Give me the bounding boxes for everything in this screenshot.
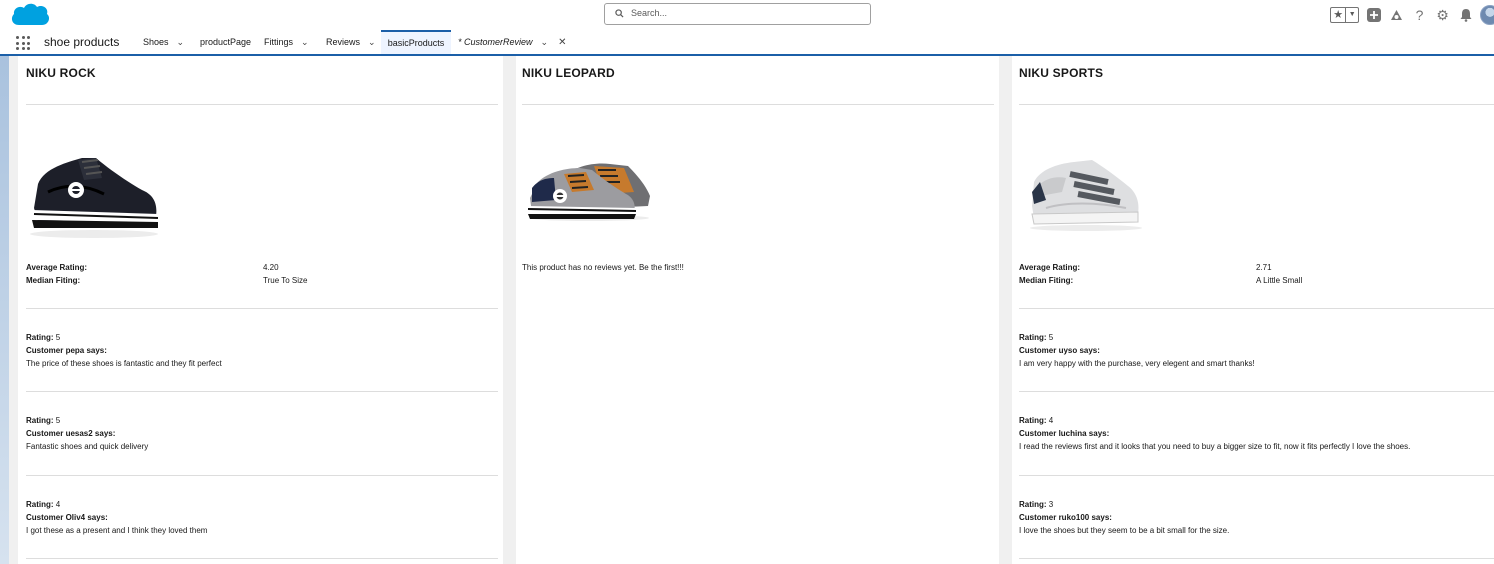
divider xyxy=(1019,308,1494,309)
favorites-button[interactable]: ★ ▼ xyxy=(1330,7,1359,23)
tab-basicproducts[interactable]: basicProducts xyxy=(381,30,451,54)
chevron-down-icon[interactable]: ⌄ xyxy=(368,37,376,48)
divider xyxy=(522,104,994,105)
tab-fittings[interactable]: Fittings ⌄ xyxy=(264,30,309,54)
rating-value: 5 xyxy=(55,416,61,425)
product-image-black-sneaker xyxy=(30,158,159,238)
search-input[interactable]: Search... xyxy=(604,3,871,25)
trailhead-icon[interactable] xyxy=(1388,7,1405,24)
review-rating: Rating: 4 xyxy=(1019,416,1053,425)
global-create-icon[interactable] xyxy=(1365,7,1382,24)
review-customer: Customer uesas2 says: xyxy=(26,429,116,438)
no-reviews-message: This product has no reviews yet. Be the … xyxy=(522,263,684,272)
rating-value: 5 xyxy=(1048,333,1054,342)
review-rating: Rating: 3 xyxy=(1019,500,1053,509)
rating-value: 4 xyxy=(1048,416,1054,425)
review-rating: Rating: 5 xyxy=(26,333,60,342)
tab-reviews[interactable]: Reviews ⌄ xyxy=(326,30,376,54)
review-customer: Customer pepa says: xyxy=(26,346,107,355)
rating-label: Rating: xyxy=(26,416,54,425)
product-image-silver-velcro-sneaker xyxy=(1030,160,1142,231)
header-actions: ★ ▼ ? ⚙ xyxy=(1330,5,1494,25)
tab-label: productPage xyxy=(200,37,252,47)
review-customer: Customer uyso says: xyxy=(1019,346,1100,355)
review-rating: Rating: 4 xyxy=(26,500,60,509)
divider xyxy=(1019,391,1494,392)
rating-value: 3 xyxy=(1048,500,1054,509)
median-fitting-value: True To Size xyxy=(263,276,308,285)
product-name: NIKU LEOPARD xyxy=(522,66,615,80)
rating-label: Rating: xyxy=(1019,333,1047,342)
median-fitting-label: Median Fiting: xyxy=(1019,276,1074,285)
avatar[interactable] xyxy=(1480,5,1494,25)
tab-label: * CustomerReview xyxy=(458,37,533,47)
chevron-down-icon[interactable]: ⌄ xyxy=(301,37,309,48)
tab-label: Fittings xyxy=(264,37,294,47)
review-rating: Rating: 5 xyxy=(26,416,60,425)
close-icon[interactable]: ✕ xyxy=(558,37,566,48)
chevron-down-icon[interactable]: ⌄ xyxy=(177,37,185,48)
divider xyxy=(26,308,498,309)
tab-label: Reviews xyxy=(326,37,361,47)
review-rating: Rating: 5 xyxy=(1019,333,1053,342)
median-fitting-value: A Little Small xyxy=(1256,276,1303,285)
review-text: The price of these shoes is fantastic an… xyxy=(26,359,222,368)
product-image-grey-orange-sneaker xyxy=(527,163,650,221)
search-icon xyxy=(615,9,624,18)
search-placeholder: Search... xyxy=(631,8,668,18)
tab-shoes[interactable]: Shoes ⌄ xyxy=(143,30,184,54)
divider xyxy=(1019,104,1494,105)
app-name: shoe products xyxy=(44,35,120,49)
tab-label: basicProducts xyxy=(387,38,445,48)
divider xyxy=(26,391,498,392)
review-customer: Customer Oliv4 says: xyxy=(26,513,108,522)
divider xyxy=(26,104,498,105)
app-nav-bar: shoe products Shoes ⌄ productPage Fittin… xyxy=(0,30,1494,56)
divider xyxy=(1019,475,1494,476)
tab-label: Shoes xyxy=(143,37,169,47)
star-icon: ★ xyxy=(1331,8,1347,22)
divider xyxy=(1019,558,1494,559)
background-strip xyxy=(0,56,9,564)
app-launcher-icon[interactable] xyxy=(16,36,30,50)
review-text: I read the reviews first and it looks th… xyxy=(1019,442,1411,451)
average-rating-label: Average Rating: xyxy=(26,263,88,272)
chevron-down-icon[interactable]: ⌄ xyxy=(541,37,549,48)
rating-label: Rating: xyxy=(26,333,54,342)
review-customer: Customer luchina says: xyxy=(1019,429,1110,438)
review-customer: Customer ruko100 says: xyxy=(1019,513,1112,522)
rating-value: 4 xyxy=(55,500,61,509)
average-rating-label: Average Rating: xyxy=(1019,263,1081,272)
review-text: Fantastic shoes and quick delivery xyxy=(26,442,149,451)
product-name: NIKU SPORTS xyxy=(1019,66,1104,80)
product-card: NIKU SPORTS Average Rating: 2.71 Median … xyxy=(1012,56,1494,564)
gear-icon[interactable]: ⚙ xyxy=(1434,7,1451,24)
global-header: Search... ★ ▼ ? ⚙ xyxy=(0,0,1494,30)
help-icon[interactable]: ? xyxy=(1411,7,1428,24)
divider xyxy=(26,475,498,476)
product-name: NIKU ROCK xyxy=(26,66,96,80)
average-rating-value: 4.20 xyxy=(263,263,279,272)
review-text: I love the shoes but they seem to be a b… xyxy=(1019,526,1230,535)
average-rating-value: 2.71 xyxy=(1256,263,1272,272)
rating-label: Rating: xyxy=(1019,416,1047,425)
salesforce-logo-icon[interactable] xyxy=(9,1,51,29)
rating-label: Rating: xyxy=(1019,500,1047,509)
divider xyxy=(26,558,498,559)
product-card: NIKU LEOPARD This product has no reviews… xyxy=(516,56,999,564)
review-text: I got these as a present and I think the… xyxy=(26,526,208,535)
bell-icon[interactable] xyxy=(1457,7,1474,24)
product-card: NIKU ROCK Average Rating: 4.20 Median Fi… xyxy=(18,56,503,564)
tab-customerreview[interactable]: * CustomerReview ⌄ ✕ xyxy=(458,30,566,54)
rating-value: 5 xyxy=(55,333,61,342)
review-text: I am very happy with the purchase, very … xyxy=(1019,359,1255,368)
rating-label: Rating: xyxy=(26,500,54,509)
chevron-down-icon[interactable]: ▼ xyxy=(1346,8,1358,22)
main-content: NIKU ROCK Average Rating: 4.20 Median Fi… xyxy=(0,56,1494,564)
median-fitting-label: Median Fiting: xyxy=(26,276,81,285)
tab-productpage[interactable]: productPage xyxy=(200,30,251,54)
